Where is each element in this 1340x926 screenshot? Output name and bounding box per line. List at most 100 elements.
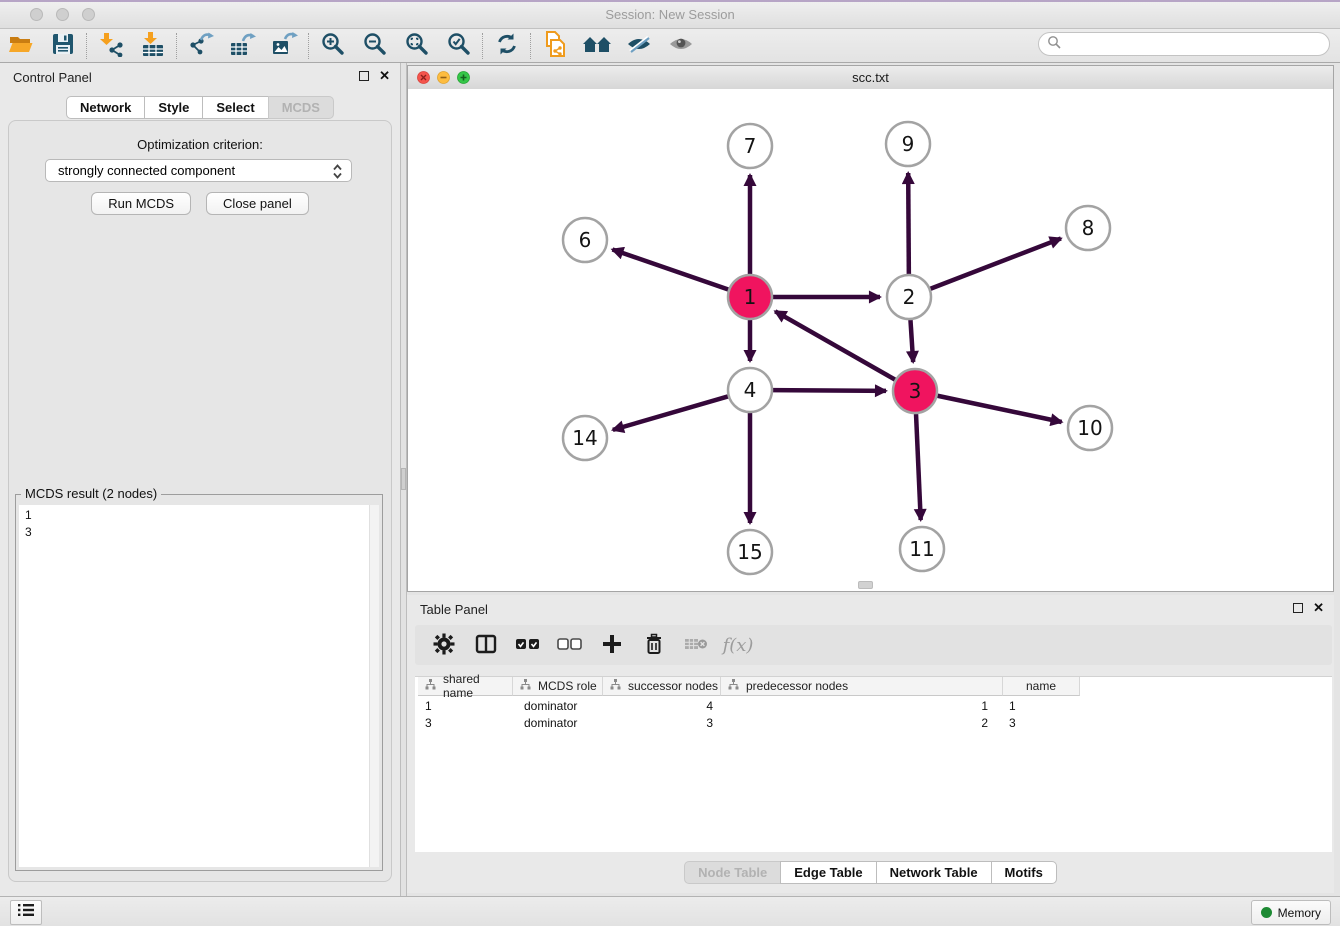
zoom-in-icon xyxy=(320,31,346,60)
table-cell[interactable]: 3 xyxy=(418,714,513,731)
mcds-result-title: MCDS result (2 nodes) xyxy=(21,486,161,501)
mcds-result-list[interactable]: 13 xyxy=(19,505,379,867)
run-mcds-button[interactable]: Run MCDS xyxy=(91,192,191,215)
network-zoom-button[interactable] xyxy=(457,71,470,89)
node-label-9: 9 xyxy=(902,132,915,156)
result-line: 3 xyxy=(25,524,379,541)
result-line: 1 xyxy=(25,507,379,524)
network-close-button[interactable] xyxy=(417,71,430,89)
edge-3-10[interactable] xyxy=(938,396,1062,422)
criterion-value: strongly connected component xyxy=(58,163,235,178)
network-canvas[interactable]: 7968124314101511 xyxy=(408,89,1333,591)
node-label-8: 8 xyxy=(1082,216,1095,240)
network-resize-grip[interactable] xyxy=(858,581,873,589)
network-graph: 7968124314101511 xyxy=(408,89,1333,591)
function-builder-button[interactable]: f(x) xyxy=(721,629,755,661)
hide-graphics-details-button[interactable] xyxy=(618,31,660,61)
tab-network[interactable]: Network xyxy=(66,96,145,119)
table-header-cell[interactable]: predecessor nodes xyxy=(721,677,1003,696)
gear-icon xyxy=(433,633,455,658)
close-panel-button[interactable]: Close panel xyxy=(206,192,309,215)
network-minimize-button[interactable] xyxy=(437,71,450,89)
search-input[interactable] xyxy=(1065,36,1329,52)
table-tab-network-table[interactable]: Network Table xyxy=(876,861,992,884)
delete-table-button[interactable] xyxy=(679,629,713,661)
zoom-selected-button[interactable] xyxy=(438,31,480,61)
table-cell[interactable]: 1 xyxy=(721,697,1003,714)
import-table-button[interactable] xyxy=(132,31,174,61)
table-header-cell[interactable]: name xyxy=(1003,677,1080,696)
tab-mcds[interactable]: MCDS xyxy=(268,96,334,119)
edge-1-6[interactable] xyxy=(612,249,728,289)
close-panel-icon[interactable]: ✕ xyxy=(379,70,390,82)
table-row[interactable]: 3dominator323 xyxy=(418,714,1080,731)
table-close-icon[interactable]: ✕ xyxy=(1313,602,1324,614)
toolbar-separator xyxy=(482,33,484,59)
edge-3-11[interactable] xyxy=(916,414,921,520)
export-image-button[interactable] xyxy=(264,31,306,61)
deselect-all-button[interactable] xyxy=(553,629,587,661)
home-button[interactable] xyxy=(576,31,618,61)
table-tab-edge-table[interactable]: Edge Table xyxy=(780,861,876,884)
show-graphics-details-button[interactable] xyxy=(660,31,702,61)
edge-4-3[interactable] xyxy=(773,390,886,391)
table-tabs: Node TableEdge TableNetwork TableMotifs xyxy=(407,861,1334,884)
select-all-button[interactable] xyxy=(511,629,545,661)
criterion-dropdown[interactable]: strongly connected component xyxy=(45,159,352,182)
open-session-button[interactable] xyxy=(0,31,42,61)
import-network-button[interactable] xyxy=(90,31,132,61)
tab-select[interactable]: Select xyxy=(202,96,268,119)
column-chooser-button[interactable] xyxy=(469,629,503,661)
table-cell[interactable]: 1 xyxy=(1003,697,1080,714)
table-cell[interactable]: 2 xyxy=(721,714,1003,731)
titlebar: Session: New Session xyxy=(0,2,1340,29)
zoom-fit-button[interactable] xyxy=(396,31,438,61)
table-float-icon[interactable] xyxy=(1293,603,1303,613)
table-cell[interactable]: dominator xyxy=(513,714,603,731)
refresh-view-button[interactable] xyxy=(486,31,528,61)
save-session-button[interactable] xyxy=(42,31,84,61)
add-column-button[interactable] xyxy=(595,629,629,661)
edge-4-14[interactable] xyxy=(613,396,728,429)
delete-column-button[interactable] xyxy=(637,629,671,661)
import-network-icon xyxy=(98,31,124,60)
zoom-out-button[interactable] xyxy=(354,31,396,61)
zoom-in-button[interactable] xyxy=(312,31,354,61)
table-cell[interactable]: 3 xyxy=(603,714,721,731)
table-header-cell[interactable]: shared name xyxy=(418,677,513,696)
node-label-2: 2 xyxy=(903,285,916,309)
table-tab-node-table[interactable]: Node Table xyxy=(684,861,781,884)
edge-2-8[interactable] xyxy=(930,238,1060,288)
export-table-button[interactable] xyxy=(222,31,264,61)
network-window: scc.txt 7968124314101511 xyxy=(407,65,1334,592)
edge-2-3[interactable] xyxy=(910,320,913,362)
table-header-row: shared name MCDS role successor nodesprede… xyxy=(418,677,1080,696)
panel-splitter[interactable] xyxy=(400,63,407,896)
network-window-titlebar: scc.txt xyxy=(408,66,1333,90)
splitter-grip[interactable] xyxy=(401,468,406,490)
result-scrollbar[interactable] xyxy=(369,505,379,867)
toolbar-separator xyxy=(530,33,532,59)
task-history-button[interactable] xyxy=(10,900,42,925)
table-cell[interactable]: dominator xyxy=(513,697,603,714)
new-network-from-selection-button[interactable] xyxy=(534,31,576,61)
float-panel-icon[interactable] xyxy=(359,71,369,81)
toolbar-separator xyxy=(176,33,178,59)
save-floppy-icon xyxy=(51,32,75,59)
table-header-cell[interactable]: successor nodes xyxy=(603,677,721,696)
import-table-icon xyxy=(140,31,166,60)
edge-3-1[interactable] xyxy=(775,311,895,379)
table-cell[interactable]: 3 xyxy=(1003,714,1080,731)
memory-button[interactable]: Memory xyxy=(1251,900,1331,925)
export-network-button[interactable] xyxy=(180,31,222,61)
tab-style[interactable]: Style xyxy=(144,96,203,119)
table-cell[interactable]: 1 xyxy=(418,697,513,714)
table-header-cell[interactable]: MCDS role xyxy=(513,677,603,696)
table-row[interactable]: 1dominator411 xyxy=(418,697,1080,714)
table-tab-motifs[interactable]: Motifs xyxy=(991,861,1057,884)
column-header-mcds-role: MCDS role xyxy=(538,679,597,693)
table-cell[interactable]: 4 xyxy=(603,697,721,714)
table-settings-button[interactable] xyxy=(427,629,461,661)
edge-2-9[interactable] xyxy=(908,173,909,274)
mcds-tab-content: Optimization criterion: strongly connect… xyxy=(8,120,392,882)
